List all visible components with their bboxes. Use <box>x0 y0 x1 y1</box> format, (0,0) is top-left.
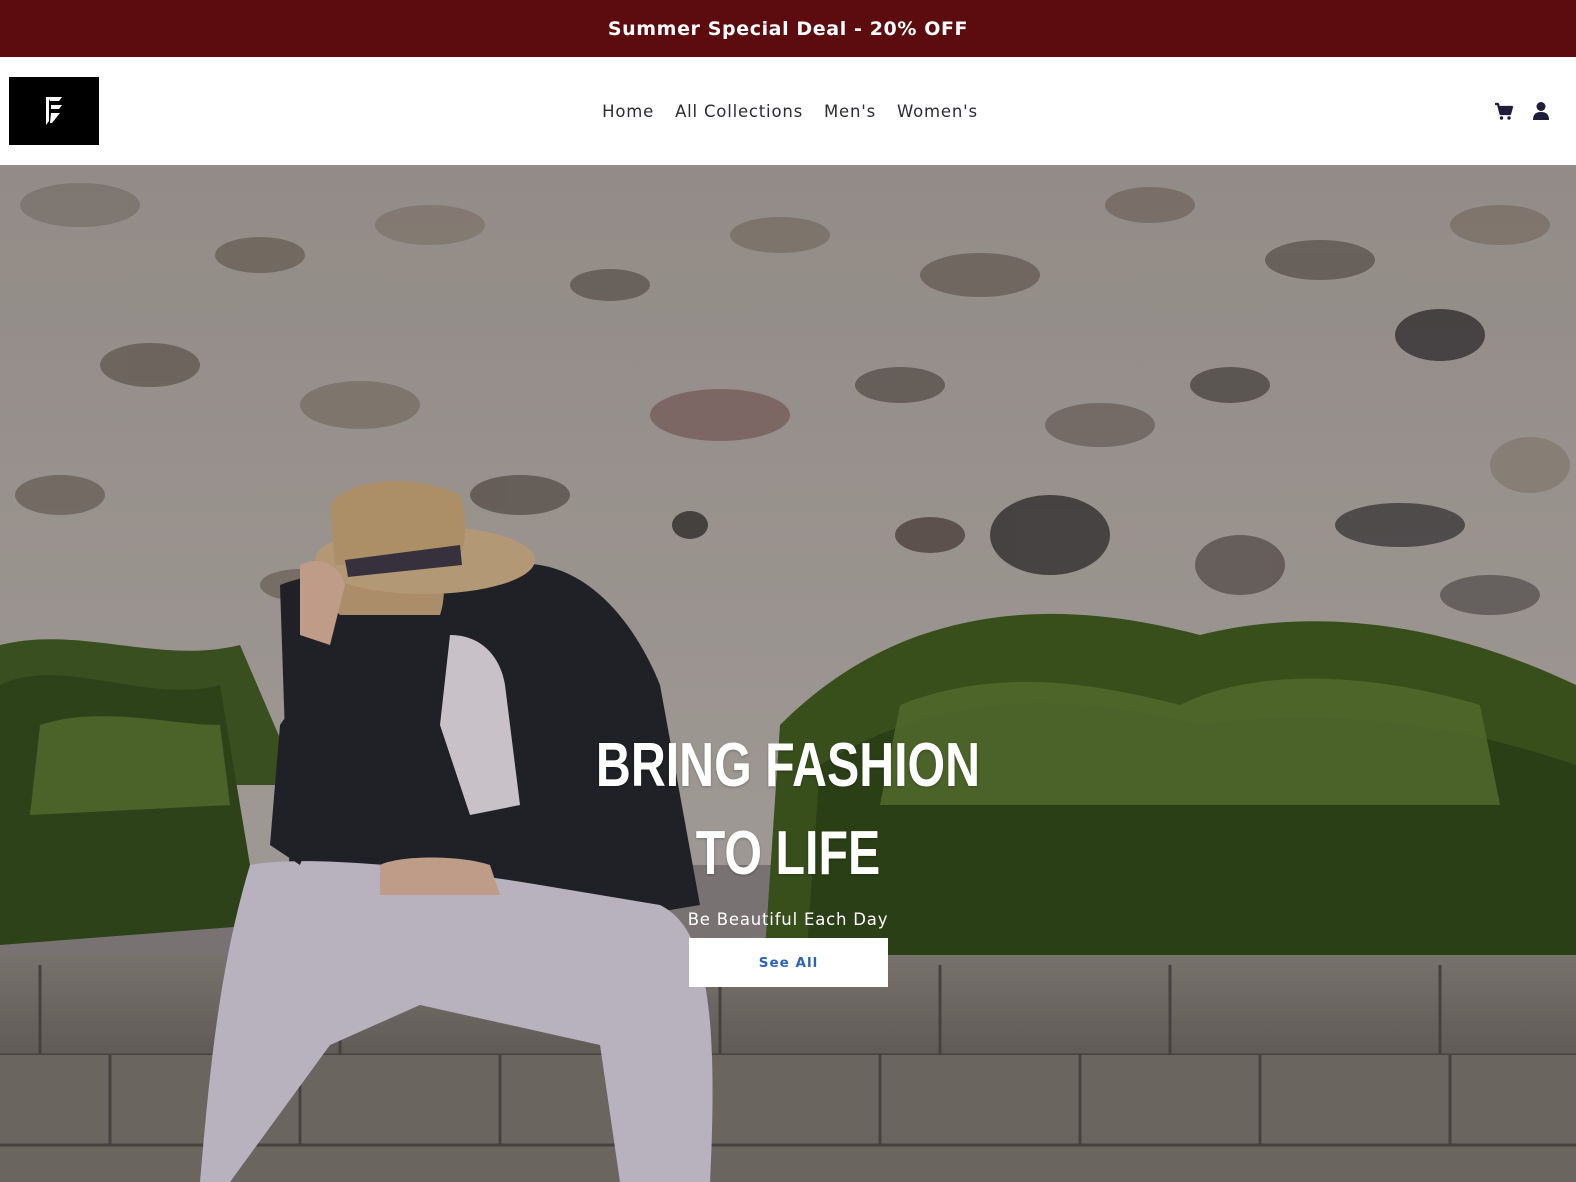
hero-banner: BRING FASHION TO LIFE Be Beautiful Each … <box>0 165 1576 1182</box>
hero-title-line-2: TO LIFE <box>695 819 881 888</box>
hero-title-line-1: BRING FASHION <box>595 731 981 800</box>
site-header: Home All Collections Men's Women's <box>0 57 1576 165</box>
header-icons <box>1494 99 1552 123</box>
announcement-bar: Summer Special Deal - 20% OFF <box>0 0 1576 57</box>
nav-item-mens[interactable]: Men's <box>824 102 876 121</box>
nav-item-all-collections[interactable]: All Collections <box>675 102 803 121</box>
hero-subtitle: Be Beautiful Each Day <box>687 910 889 929</box>
hero-overlay <box>0 165 1576 1182</box>
nav-item-home[interactable]: Home <box>602 102 654 121</box>
cart-icon[interactable] <box>1494 101 1514 121</box>
nav-item-womens[interactable]: Women's <box>897 102 978 121</box>
hero-title: BRING FASHION TO LIFE <box>173 722 1402 898</box>
announcement-text: Summer Special Deal - 20% OFF <box>607 17 969 40</box>
main-nav: Home All Collections Men's Women's <box>0 57 1576 165</box>
hero-text: BRING FASHION TO LIFE Be Beautiful Each … <box>0 722 1576 929</box>
see-all-button[interactable]: See All <box>689 938 888 987</box>
account-icon[interactable] <box>1532 101 1552 121</box>
